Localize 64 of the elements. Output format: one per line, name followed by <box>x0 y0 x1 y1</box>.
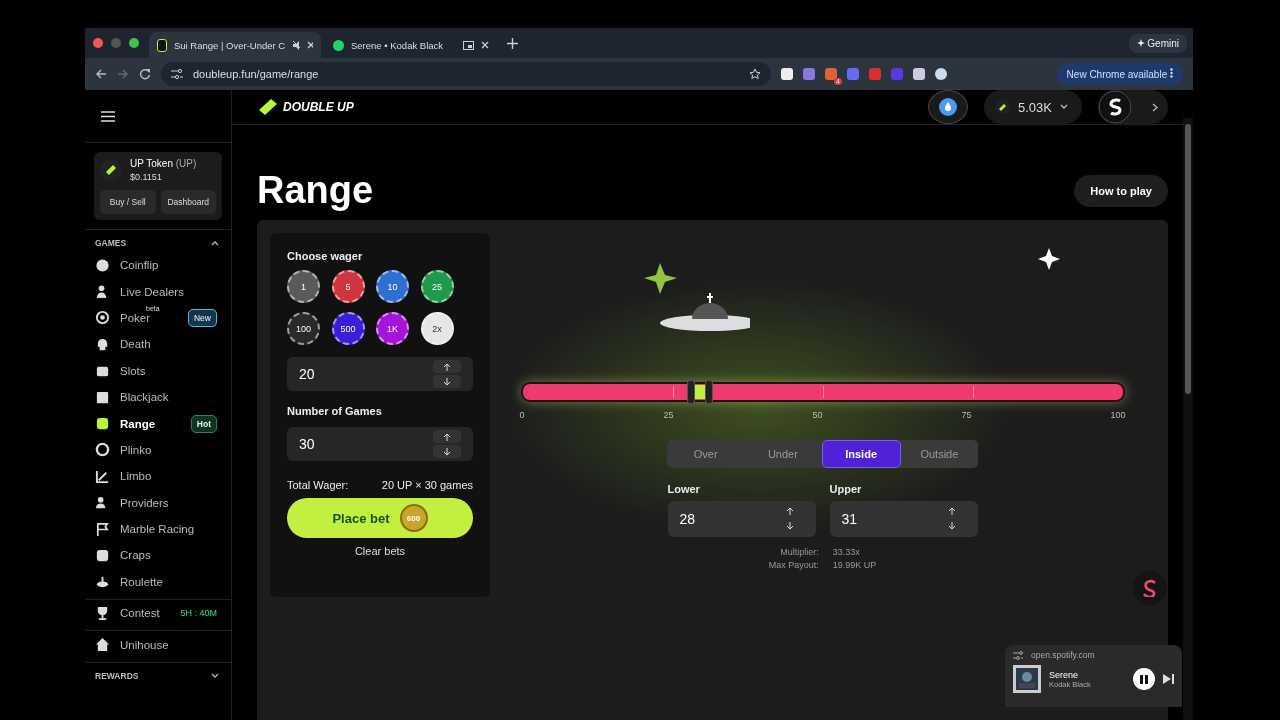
sidebar-item[interactable]: Unihouse <box>85 631 231 658</box>
page-title: Range <box>257 169 374 212</box>
wager-label: Choose wager <box>287 250 364 262</box>
total-wager-label: Total Wager: <box>287 479 349 491</box>
sidebar-item[interactable]: Live Dealers <box>85 278 231 305</box>
balance-button[interactable]: 5.03K <box>984 90 1082 124</box>
track-title: Serene <box>1049 669 1080 680</box>
multiplier-label: Multiplier: <box>779 547 819 557</box>
axis-tick-label: 75 <box>961 410 972 420</box>
site-logo[interactable]: DOUBLE UP <box>257 98 354 116</box>
lower-label: Lower <box>667 483 701 495</box>
total-wager-value: 20 UP × 30 games <box>381 479 473 491</box>
max-payout-label: Max Payout: <box>768 560 819 570</box>
axis-tick-label: 0 <box>519 410 525 420</box>
wager-chip[interactable]: 1 <box>287 270 320 303</box>
sidebar-item[interactable]: Limbo <box>85 463 231 490</box>
sidebar-item[interactable]: Roulette <box>85 568 231 596</box>
max-payout-value: 19.99K UP <box>832 560 877 570</box>
sidebar-item[interactable]: Contest 5H : 40M <box>85 600 231 627</box>
sidebar-item[interactable]: Coinflip <box>85 252 231 279</box>
contest-timer: 5H : 40M <box>180 608 217 619</box>
wager-chip[interactable]: 10 <box>376 270 409 303</box>
mode-tab[interactable]: Inside <box>821 440 901 468</box>
browser-tab[interactable]: Sui Range | Over-Under C <box>149 32 321 58</box>
mode-tab[interactable]: Over <box>667 440 745 468</box>
section-heading: REWARDS <box>95 670 139 681</box>
update-chrome-button[interactable]: New Chrome available <box>1056 63 1183 85</box>
wager-chip[interactable]: 5 <box>331 270 365 303</box>
clear-bets-button[interactable]: Clear bets <box>287 544 473 558</box>
sidebar-item[interactable]: Plinko <box>85 436 231 464</box>
token-name: UP Token (UP) <box>130 158 197 169</box>
place-bet-button[interactable]: Place bet 600 <box>287 498 473 538</box>
sidebar-item[interactable]: Providers <box>85 489 231 516</box>
sidebar-item[interactable]: Marble Racing <box>85 515 231 543</box>
axis-tick-label: 25 <box>663 410 674 420</box>
mode-tab[interactable]: Under <box>744 440 822 468</box>
sidebar-item[interactable]: Slots <box>85 357 231 384</box>
games-label: Number of Games <box>287 405 383 417</box>
sidebar-item[interactable]: Death <box>85 331 231 358</box>
address-bar[interactable]: doubleup.fun/game/range <box>161 62 771 86</box>
media-site: open.spotify.com <box>1031 650 1095 660</box>
wager-chip[interactable]: 100 <box>287 312 320 345</box>
wager-chip[interactable]: 2x <box>420 312 454 345</box>
sidebar-item[interactable]: Craps <box>85 542 231 569</box>
axis-tick-label: 100 <box>1110 410 1126 420</box>
coin-icon: 600 <box>399 504 428 532</box>
token-action-button[interactable]: Dashboard <box>160 190 216 214</box>
upper-label: Upper <box>829 483 863 495</box>
axis-tick-label: 50 <box>812 410 823 420</box>
gemini-button[interactable]: Gemini <box>1128 33 1187 53</box>
mode-tab[interactable]: Outside <box>900 440 978 468</box>
sidebar-item[interactable]: Range Hot <box>85 410 231 437</box>
wager-chip[interactable]: 500 <box>331 312 365 345</box>
multiplier-value: 33.33x <box>832 547 861 557</box>
game-badge: Hot <box>190 414 217 433</box>
game-badge: New <box>188 308 217 327</box>
section-heading: GAMES <box>95 238 127 248</box>
token-price: $0.1151 <box>130 172 163 182</box>
wager-chip[interactable]: 1K <box>376 312 409 345</box>
sidebar-item[interactable]: Blackjack <box>85 383 231 411</box>
wager-chip[interactable]: 25 <box>420 270 454 303</box>
browser-tab[interactable]: Serene • Kodak Black <box>325 32 497 58</box>
how-to-play-button[interactable]: How to play <box>1074 174 1168 207</box>
token-action-button[interactable]: Buy / Sell <box>100 190 156 214</box>
